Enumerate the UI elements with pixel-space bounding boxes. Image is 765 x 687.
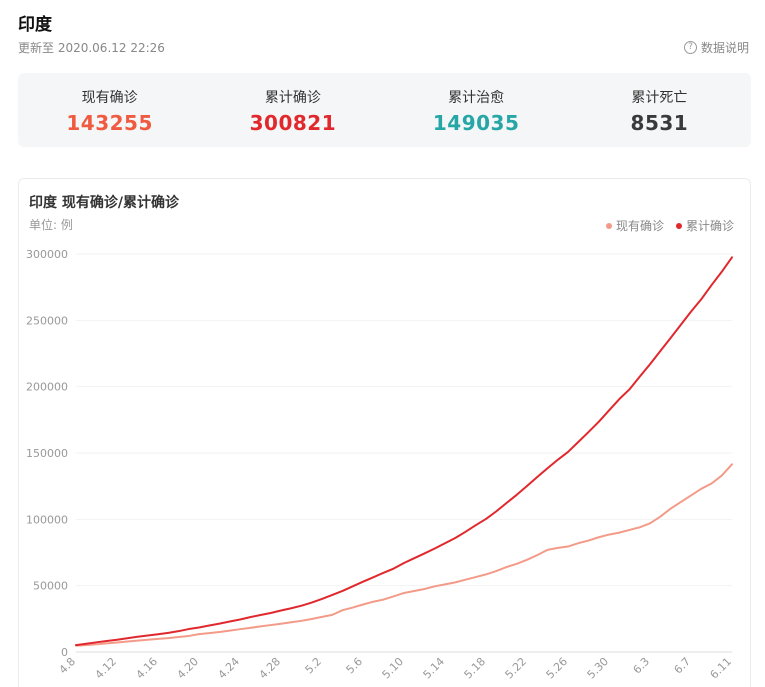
question-circle-icon: ? (683, 41, 697, 54)
x-tick-label: 5.14 (421, 655, 448, 682)
stat-label: 累计死亡 (631, 90, 688, 106)
data-help-label: 数据说明 (700, 41, 749, 55)
x-tick-label: 4.20 (175, 655, 202, 682)
x-tick-label: 5.10 (380, 655, 407, 682)
y-tick-label: 150000 (26, 447, 68, 460)
y-tick-label: 50000 (33, 580, 68, 593)
stat-value: 149035 (432, 111, 520, 135)
x-tick-label: 6.7 (672, 655, 694, 677)
line-chart: 0500001000001500002000002500003000004.8 4… (26, 248, 735, 682)
stat-total-recovered: 累计治愈 149035 (385, 73, 568, 147)
x-tick-label: 4.8 (57, 655, 79, 677)
stats-card: 现有确诊 143255 累计确诊 300821 累计治愈 149035 累计死亡… (18, 73, 751, 147)
x-tick-label: 5.22 (503, 655, 530, 682)
y-tick-label: 250000 (26, 314, 68, 327)
stat-label: 累计确诊 (264, 90, 321, 106)
data-help-link[interactable]: ? 数据说明 (683, 39, 749, 56)
x-tick-label: 4.24 (216, 655, 243, 682)
stat-value: 8531 (630, 111, 689, 135)
x-tick-label: 6.11 (708, 655, 735, 682)
x-tick-label: 5.30 (585, 655, 612, 682)
stat-label: 累计治愈 (448, 90, 505, 106)
stat-total-confirmed: 累计确诊 300821 (201, 73, 384, 147)
x-tick-label: 5.6 (344, 655, 366, 677)
series-line-current-confirmed (75, 463, 733, 647)
stat-label: 现有确诊 (81, 90, 138, 106)
stat-total-deaths: 累计死亡 8531 (568, 73, 751, 147)
stat-value: 143255 (66, 111, 153, 135)
x-tick-label: 5.26 (544, 655, 571, 682)
page-title: 印度 (18, 15, 52, 35)
stat-value: 300821 (249, 111, 337, 135)
update-time: 更新至 2020.06.12 22:26 (18, 41, 165, 55)
x-tick-label: 6.3 (631, 655, 653, 677)
series-line-total-confirmed (75, 256, 733, 647)
x-tick-label: 5.18 (462, 655, 489, 682)
y-tick-label: 300000 (26, 248, 68, 261)
stat-current-confirmed: 现有确诊 143255 (18, 73, 201, 147)
x-tick-label: 4.28 (257, 655, 284, 682)
x-tick-label: 4.12 (93, 655, 120, 682)
x-tick-label: 4.16 (134, 655, 161, 682)
y-tick-label: 200000 (26, 381, 68, 394)
chart-card: 印度 现有确诊/累计确诊 单位: 例 现有确诊 累计确诊 0 50000 10000… (18, 178, 751, 687)
y-tick-label: 100000 (26, 513, 68, 526)
x-tick-label: 5.2 (303, 655, 325, 677)
